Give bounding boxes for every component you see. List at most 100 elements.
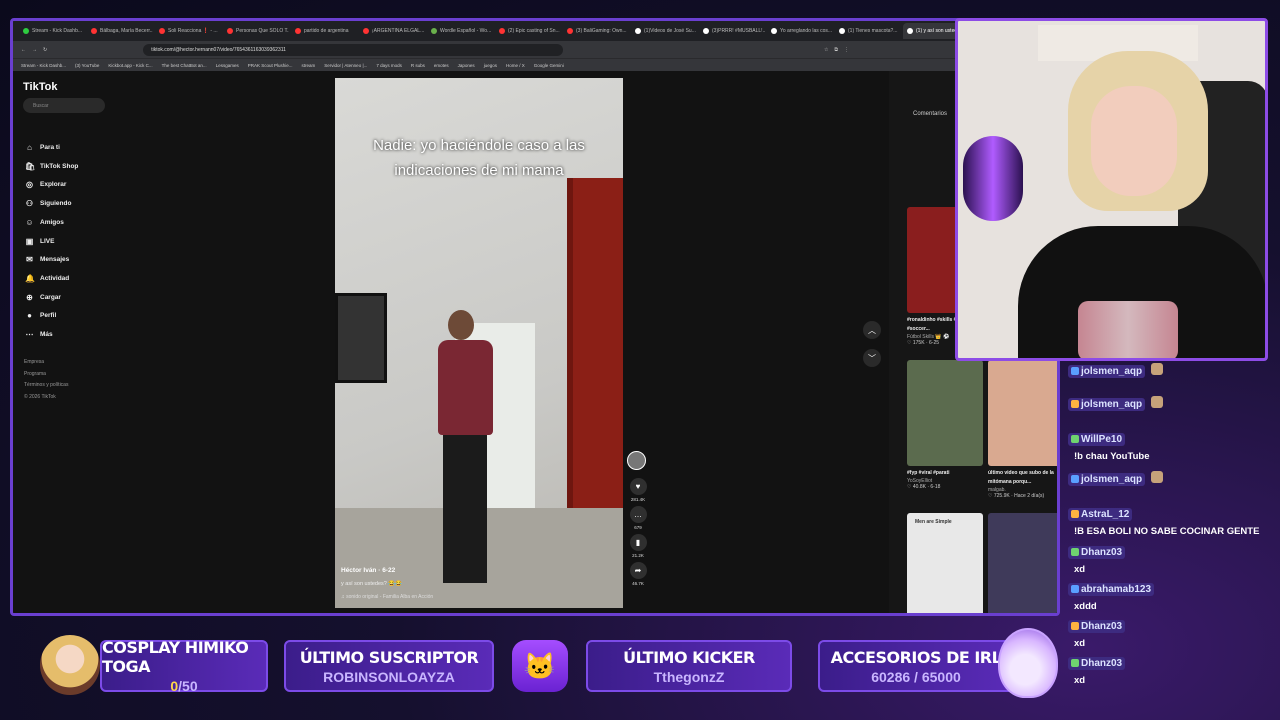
bookmark-item[interactable]: Stream - Kick Dashb...: [21, 63, 66, 68]
card-title: último video que subo de la mitómana por…: [988, 470, 1054, 485]
chat-username[interactable]: WillPe10: [1068, 432, 1126, 446]
chat-username[interactable]: Dhanz03: [1068, 656, 1126, 670]
bookmark-item[interactable]: Google Gemini: [534, 63, 564, 68]
goal-cosplay-progress: 0/50: [170, 678, 197, 694]
browser-tab[interactable]: Wordle Español - Wo...: [427, 23, 493, 39]
author-avatar[interactable]: [627, 451, 646, 470]
author-name[interactable]: Héctor Iván: [341, 567, 376, 574]
video-thumbnail[interactable]: [988, 360, 1057, 466]
browser-tab[interactable]: Personas Que SOLO T...: [223, 23, 289, 39]
thumbnail-text: Men are Simple: [915, 519, 952, 525]
bookmark-item[interactable]: stream: [301, 63, 315, 68]
nav-item[interactable]: ⌂ Para ti: [25, 143, 60, 152]
bookmark-item[interactable]: Kickbot.app - Kick C...: [108, 63, 152, 68]
nav-icon: ●: [27, 311, 32, 321]
bookmark-item[interactable]: (3) YouTube: [75, 63, 99, 68]
bookmark-item[interactable]: PRAK Scout Plushie...: [248, 63, 293, 68]
comments-tab[interactable]: Comentarios: [913, 111, 947, 117]
chat-username[interactable]: jolsmen_aqp: [1068, 472, 1146, 486]
video-player[interactable]: Nadie: yo haciéndole caso a las indicaci…: [335, 78, 623, 608]
bookmark-item[interactable]: Lessgames: [216, 63, 239, 68]
browser-tab[interactable]: (3) BaliGaming: Own...: [563, 23, 629, 39]
recommended-video-card[interactable]: Muy Mal HernánHernán Martínez♡ 1M · 7-9: [988, 513, 1057, 613]
tiktok-logo[interactable]: TikTok: [23, 81, 57, 93]
previous-video-button[interactable]: ︿: [863, 321, 881, 339]
browser-tab[interactable]: (1)Videos de José Su...: [631, 23, 697, 39]
browser-tab[interactable]: (3)PRRR! #MUSBALL!...: [699, 23, 765, 39]
browser-tab[interactable]: (1) Tienes mascota?...: [835, 23, 901, 39]
next-video-button[interactable]: ﹀: [863, 349, 881, 367]
browser-tab[interactable]: partido de argentina: [291, 23, 357, 39]
chat-username[interactable]: abrahamab123: [1068, 582, 1155, 596]
browser-tab[interactable]: Yo arreglando las cos...: [767, 23, 833, 39]
video-author[interactable]: Héctor Iván · 6-22: [341, 567, 395, 574]
search-input[interactable]: Buscar: [23, 98, 105, 113]
nav-item[interactable]: ◎ Explorar: [25, 180, 66, 189]
bookmark-item[interactable]: R subs: [411, 63, 425, 68]
footer-link[interactable]: Términos y políticas: [24, 382, 68, 388]
chat-username[interactable]: jolsmen_aqp: [1068, 364, 1146, 378]
share-icon[interactable]: ➦: [629, 562, 647, 579]
recommended-video-card[interactable]: Men are SimpleBoys being boys 😂😂 #boysbe…: [907, 513, 983, 613]
browser-tab[interactable]: Soli Reacciona ❗ - ...: [155, 23, 221, 39]
video-sound[interactable]: ♫ sonido original - Familia Alba en Acci…: [341, 594, 433, 600]
like-icon[interactable]: ♥: [629, 478, 647, 495]
nav-label: Explorar: [40, 181, 67, 189]
comment-icon[interactable]: …: [629, 506, 647, 523]
bookmark-item[interactable]: juegos: [484, 63, 497, 68]
chat-message: jolsmen_aqp: [1068, 468, 1273, 488]
reload-icon[interactable]: ↻: [43, 47, 47, 53]
nav-label: Actividad: [40, 274, 70, 282]
nav-item[interactable]: ⊕ Cargar: [25, 293, 61, 302]
bookmark-item[interactable]: Japones: [458, 63, 475, 68]
username-text: jolsmen_aqp: [1081, 473, 1143, 485]
browser-tab[interactable]: Bálbaga, María Becerr...: [87, 23, 153, 39]
tab-title: Yo arreglando las cos...: [780, 28, 833, 34]
username-text: Dhanz03: [1081, 620, 1123, 632]
card-stats: ♡ 40.8K · 6-18: [907, 484, 941, 490]
bookmark-item[interactable]: Servidor | Atenneo |...: [324, 63, 367, 68]
recommended-video-card[interactable]: último video que subo de la mitómana por…: [988, 360, 1057, 499]
footer-link[interactable]: © 2026 TikTok: [24, 394, 56, 400]
chat-username[interactable]: jolsmen_aqp: [1068, 397, 1146, 411]
bookmark-star-icon[interactable]: ☆: [824, 47, 828, 53]
nav-item[interactable]: ⚇ Siguiendo: [25, 199, 72, 208]
menu-dots-icon[interactable]: ⋮: [844, 47, 849, 53]
bookmark-item[interactable]: emotes: [434, 63, 449, 68]
chat-message: Dhanz03 xd: [1068, 654, 1273, 686]
sound-name[interactable]: sonido original - Familia Alba en Acción: [346, 594, 433, 600]
browser-tab[interactable]: (2) Epic casting of Sn...: [495, 23, 561, 39]
nav-item[interactable]: ▣ LIVE: [25, 237, 55, 246]
nav-item[interactable]: 🔔 Actividad: [25, 274, 69, 283]
browser-tab[interactable]: Stream - Kick Dashb...: [19, 23, 85, 39]
nav-item[interactable]: ⋯ Más: [25, 330, 53, 339]
footer-link[interactable]: Empresa: [24, 359, 44, 365]
forward-icon[interactable]: →: [32, 47, 37, 53]
person-legs: [443, 433, 487, 583]
tab-title: Bálbaga, María Becerr...: [100, 28, 153, 34]
bookmark-icon[interactable]: ▮: [629, 534, 647, 551]
footer-link[interactable]: Programa: [24, 371, 46, 377]
browser-tab[interactable]: ¡ARGENTINA ELGAL...: [359, 23, 425, 39]
back-icon[interactable]: ←: [21, 47, 26, 53]
chat-username[interactable]: Dhanz03: [1068, 619, 1126, 633]
bookmark-item[interactable]: The best ChatBot an...: [162, 63, 207, 68]
recommended-video-card[interactable]: #fyp #viral #parati YoSoyElliot ♡ 40.8K · …: [907, 360, 983, 490]
video-thumbnail[interactable]: [907, 360, 983, 466]
nav-item[interactable]: ☺ Amigos: [25, 218, 63, 227]
goal-cosplay-value: 0: [170, 678, 179, 694]
video-thumbnail[interactable]: [988, 513, 1057, 613]
bookmark-item[interactable]: Home / X: [506, 63, 525, 68]
nav-item[interactable]: ● Perfil: [25, 311, 56, 320]
chat-message: abrahamab123 xddd: [1068, 580, 1273, 612]
tab-title: Wordle Español - Wo...: [440, 28, 492, 34]
extensions-icon[interactable]: ⧉: [834, 47, 838, 53]
nav-item[interactable]: ✉ Mensajes: [25, 255, 69, 264]
chat-username[interactable]: Dhanz03: [1068, 545, 1126, 559]
chat-text: xd: [1074, 638, 1086, 649]
chat-username[interactable]: AstraL_12: [1068, 507, 1133, 521]
video-thumbnail[interactable]: Men are Simple: [907, 513, 983, 613]
bookmark-item[interactable]: 7 days mods: [376, 63, 402, 68]
url-field[interactable]: tiktok.com/@hector.hernann07/video/76543…: [143, 43, 564, 56]
nav-item[interactable]: 🛍 TikTok Shop: [25, 162, 78, 171]
